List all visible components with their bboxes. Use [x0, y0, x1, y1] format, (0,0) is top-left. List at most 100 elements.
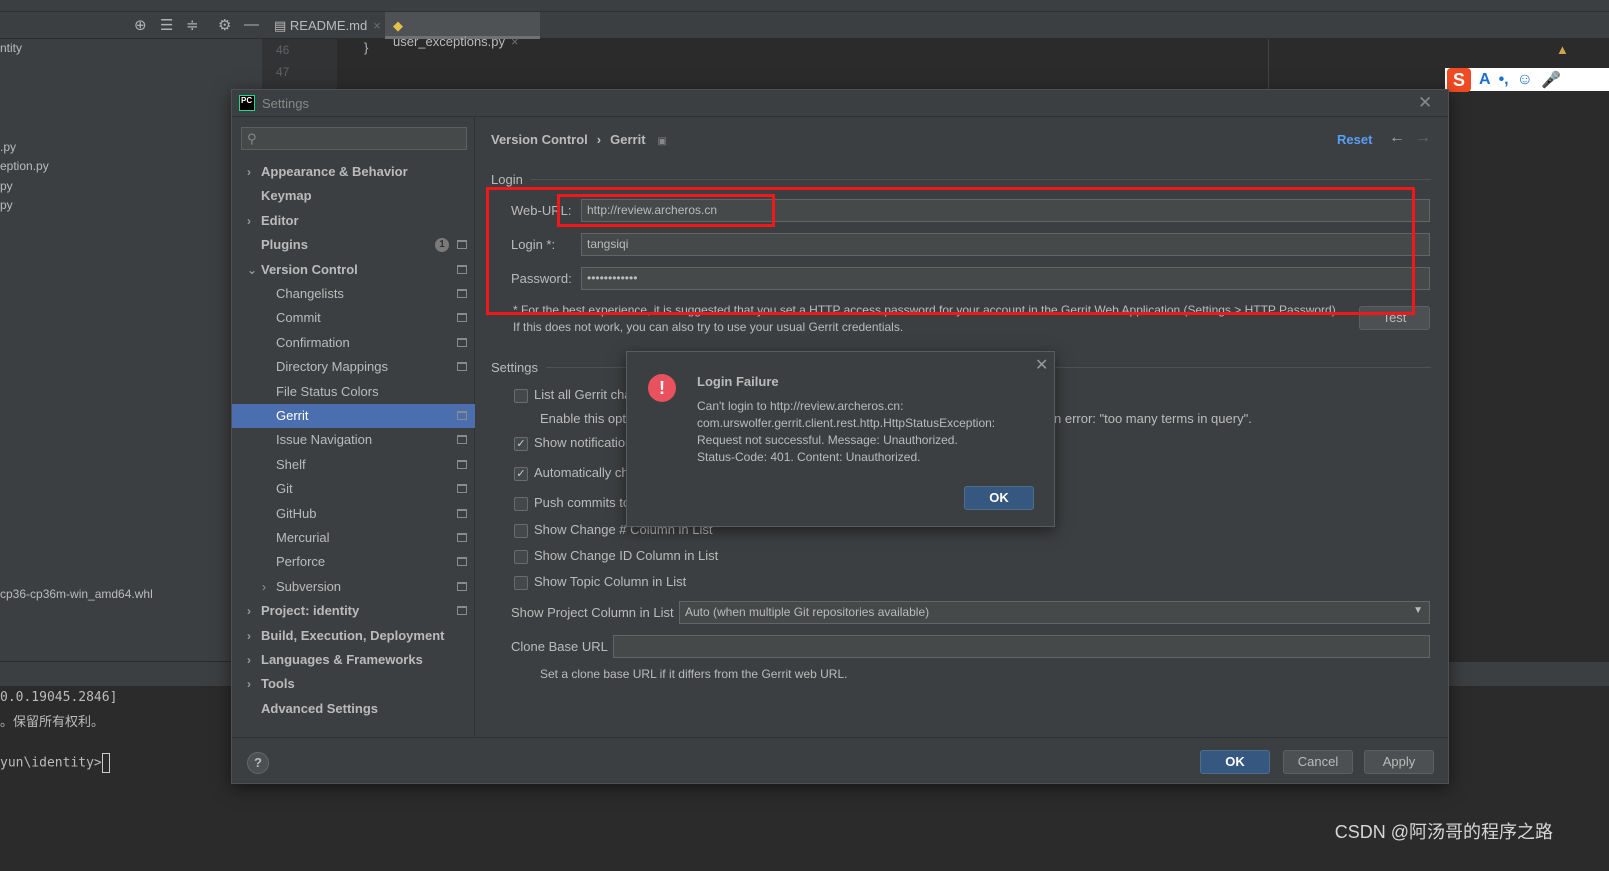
sidebar-item-confirmation[interactable]: Confirmation: [232, 331, 475, 355]
terminal-line: 。保留所有权利。: [0, 715, 105, 730]
ide-toolbar: ⊕ ☰ ≑ ⚙ — ▤ README.md × ◆ user_exceptions…: [0, 12, 1609, 49]
chevron-down-icon[interactable]: ⌄: [247, 258, 257, 282]
chevron-right-icon[interactable]: ›: [262, 575, 266, 599]
ime-mic-icon[interactable]: 🎤: [1541, 70, 1561, 90]
enable-hint-tail: n error: "too many terms in query".: [1054, 411, 1252, 426]
chevron-right-icon[interactable]: ›: [247, 599, 251, 623]
checkbox[interactable]: ✓: [514, 437, 528, 451]
checkbox[interactable]: [514, 497, 528, 511]
sidebar-item-tools[interactable]: › Tools: [232, 672, 475, 696]
popup-message: Can't login to http://review.archeros.cn…: [697, 399, 996, 464]
project-level-icon: [457, 606, 467, 616]
sidebar-item-version-control[interactable]: ⌄ Version Control: [232, 258, 475, 282]
close-icon[interactable]: ✕: [1035, 355, 1048, 375]
chevron-right-icon[interactable]: ›: [247, 624, 251, 648]
sidebar-item-subversion[interactable]: › Subversion: [232, 575, 475, 599]
sidebar-item-github[interactable]: GitHub: [232, 502, 475, 526]
sidebar-item-plugins[interactable]: Plugins 1: [232, 233, 475, 257]
reset-link[interactable]: Reset: [1337, 132, 1372, 147]
minimize-icon[interactable]: —: [244, 16, 259, 33]
apply-button[interactable]: Apply: [1364, 750, 1434, 774]
error-icon: !: [648, 374, 676, 402]
sidebar-item-commit[interactable]: Commit: [232, 306, 475, 330]
sidebar-item-keymap[interactable]: Keymap: [232, 184, 475, 208]
close-icon[interactable]: ×: [511, 34, 519, 49]
sidebar-item-shelf[interactable]: Shelf: [232, 453, 475, 477]
back-arrow-icon[interactable]: ←: [1389, 129, 1405, 147]
close-icon[interactable]: ✕: [1418, 93, 1432, 113]
project-file[interactable]: eption.py: [0, 159, 49, 173]
checkbox-label[interactable]: List all Gerrit cha: [534, 387, 632, 402]
sidebar-item-label: Subversion: [276, 578, 342, 594]
sidebar-item-label: Advanced Settings: [261, 700, 379, 716]
search-input[interactable]: ⚲: [241, 127, 467, 150]
title-strip: [0, 0, 1609, 12]
gear-icon[interactable]: ⚙: [218, 16, 231, 34]
sidebar-item-mercurial[interactable]: Mercurial: [232, 526, 475, 550]
checkbox[interactable]: [514, 389, 528, 403]
help-button[interactable]: ?: [247, 752, 269, 774]
collapse-all-icon[interactable]: ≑: [186, 16, 199, 34]
sidebar-item-label: Editor: [261, 212, 299, 228]
enable-hint: Enable this opt: [540, 411, 627, 426]
ok-button[interactable]: OK: [1200, 750, 1270, 774]
chevron-right-icon[interactable]: ›: [247, 672, 251, 696]
sidebar-item-label: Git: [276, 481, 293, 497]
sidebar-item-label: File Status Colors: [276, 383, 379, 399]
locate-icon[interactable]: ⊕: [134, 16, 147, 34]
project-column-label: Show Project Column in List: [511, 605, 674, 620]
project-file[interactable]: cp36-cp36m-win_amd64.whl: [0, 587, 153, 601]
sidebar-item-languages-frameworks[interactable]: › Languages & Frameworks: [232, 648, 475, 672]
project-level-icon: [457, 484, 467, 494]
sidebar-item-appearance-behavior[interactable]: › Appearance & Behavior: [232, 160, 475, 184]
project-level-icon: [457, 240, 467, 250]
sidebar-item-directory-mappings[interactable]: Directory Mappings: [232, 355, 475, 379]
expand-all-icon[interactable]: ☰: [160, 16, 173, 34]
clone-url-input[interactable]: [613, 635, 1430, 658]
chevron-right-icon[interactable]: ›: [247, 209, 251, 233]
checkbox[interactable]: ✓: [514, 467, 528, 481]
search-icon: ⚲: [247, 131, 257, 146]
sidebar-item-issue-navigation[interactable]: Issue Navigation: [232, 428, 475, 452]
checkbox[interactable]: [514, 550, 528, 564]
chevron-right-icon[interactable]: ›: [247, 648, 251, 672]
sidebar-item-advanced-settings[interactable]: Advanced Settings: [232, 697, 475, 721]
popup-ok-button[interactable]: OK: [964, 486, 1034, 510]
breadcrumb: Version Control › Gerrit ▣: [491, 132, 667, 147]
ime-mode-icon[interactable]: A: [1479, 71, 1491, 89]
checkbox-label[interactable]: Push commits to: [534, 495, 630, 510]
line-number: 46: [276, 43, 290, 57]
pycharm-logo: PC: [239, 95, 255, 111]
project-file[interactable]: .py: [0, 140, 16, 154]
checkbox-label[interactable]: Show Change ID Column in List: [534, 548, 718, 563]
ime-punct-icon[interactable]: •,: [1499, 71, 1509, 89]
cancel-button[interactable]: Cancel: [1283, 750, 1353, 774]
checkbox-label[interactable]: Show Topic Column in List: [534, 574, 686, 589]
sidebar-item-changelists[interactable]: Changelists: [232, 282, 475, 306]
project-root[interactable]: ntity: [0, 41, 22, 55]
checkbox[interactable]: [514, 524, 528, 538]
sidebar-item-editor[interactable]: › Editor: [232, 209, 475, 233]
checkbox-label[interactable]: Show notification: [534, 435, 632, 450]
chevron-right-icon[interactable]: ›: [247, 160, 251, 184]
ime-emoji-icon[interactable]: ☺: [1517, 71, 1533, 89]
code-line: }: [364, 40, 369, 55]
sidebar-item-project-identity[interactable]: › Project: identity: [232, 599, 475, 623]
tab-readme[interactable]: ▤ README.md ×: [266, 12, 389, 39]
project-level-icon: ▣: [657, 136, 667, 147]
project-file[interactable]: py: [0, 198, 13, 212]
sidebar-item-build-execution-deployment[interactable]: › Build, Execution, Deployment: [232, 624, 475, 648]
close-icon[interactable]: ×: [373, 18, 381, 33]
sidebar-item-gerrit[interactable]: Gerrit: [232, 404, 475, 428]
sidebar-item-git[interactable]: Git: [232, 477, 475, 501]
sidebar-item-label: Changelists: [276, 286, 344, 301]
forward-arrow-icon[interactable]: →: [1415, 129, 1431, 147]
checkbox[interactable]: [514, 576, 528, 590]
tab-user-exceptions[interactable]: ◆ user_exceptions.py ×: [385, 12, 540, 49]
sidebar-item-file-status-colors[interactable]: File Status Colors: [232, 380, 475, 404]
project-file[interactable]: py: [0, 179, 13, 193]
sidebar-item-perforce[interactable]: Perforce: [232, 550, 475, 574]
project-level-icon: [457, 581, 467, 591]
checkbox-label[interactable]: Automatically ch: [534, 465, 629, 480]
project-column-select[interactable]: Auto (when multiple Git repositories ava…: [679, 601, 1430, 624]
